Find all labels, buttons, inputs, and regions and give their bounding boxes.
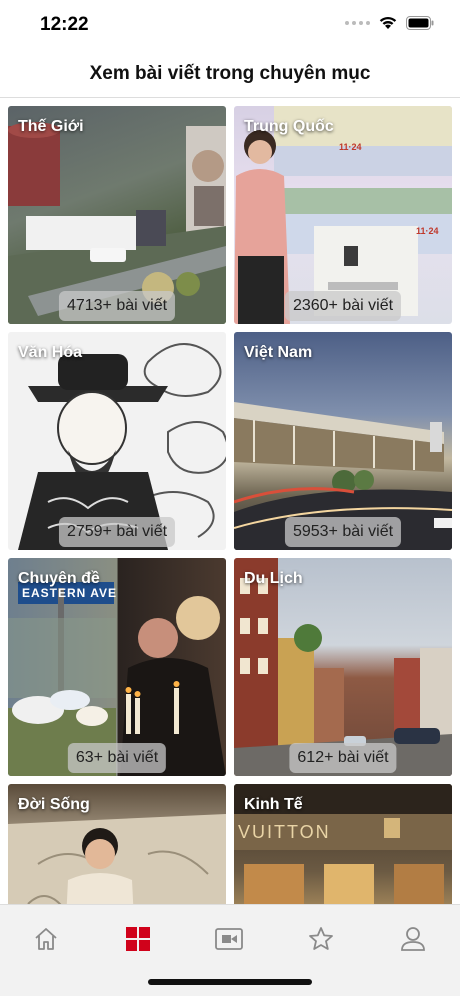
category-title: Kinh Tế (244, 796, 303, 813)
tab-video[interactable] (209, 919, 249, 959)
banner-text: 11·24 (416, 226, 439, 236)
category-count: 4713+ bài viết (58, 291, 176, 321)
status-icons (345, 15, 434, 30)
profile-icon (401, 927, 425, 951)
category-count: 63+ bài viết (67, 743, 167, 773)
category-title: Thế Giới (18, 118, 84, 135)
screen: 12:22 Xem bài viết trong chuyên mục Thế … (0, 0, 460, 996)
category-title: Việt Nam (244, 344, 313, 361)
video-icon (215, 928, 243, 950)
category-grid: Thế Giới 4713+ bài viết 11·24 11·24 Trun… (8, 106, 452, 904)
category-card-doi-song[interactable]: Đời Sống (8, 784, 226, 904)
category-count: 5953+ bài viết (284, 517, 402, 547)
category-card-chuyen-de[interactable]: EASTERN AVE Chuyên đề 63+ bài viết (8, 558, 226, 776)
battery-icon (406, 15, 434, 30)
tab-favorites[interactable] (301, 919, 341, 959)
wifi-icon (379, 16, 397, 29)
category-title: Du Lịch (244, 570, 303, 587)
storefront-sign-text: VUITTON (238, 822, 331, 842)
category-card-du-lich[interactable]: Du Lịch 612+ bài viết (234, 558, 452, 776)
category-title: Văn Hóa (18, 344, 83, 361)
header: Xem bài viết trong chuyên mục (0, 50, 460, 98)
category-count: 2759+ bài viết (58, 517, 176, 547)
status-bar: 12:22 (0, 0, 460, 50)
category-card-trung-quoc[interactable]: 11·24 11·24 Trung Quốc 2360+ bài viết (234, 106, 452, 324)
category-title: Đời Sống (18, 796, 90, 813)
tab-home[interactable] (26, 919, 66, 959)
status-time: 12:22 (40, 14, 89, 35)
street-sign-text: EASTERN AVE (22, 586, 118, 600)
page-title: Xem bài viết trong chuyên mục (89, 62, 371, 84)
category-card-van-hoa[interactable]: Văn Hóa 2759+ bài viết (8, 332, 226, 550)
category-count: 612+ bài viết (289, 743, 397, 773)
category-card-kinh-te[interactable]: VUITTON Kinh Tế (234, 784, 452, 904)
home-indicator (148, 979, 312, 985)
category-title: Chuyên đề (18, 570, 100, 587)
home-icon (35, 928, 57, 950)
banner-text: 11·24 (339, 142, 362, 152)
category-card-viet-nam[interactable]: Việt Nam 5953+ bài viết (234, 332, 452, 550)
tab-profile[interactable] (393, 919, 433, 959)
star-icon (309, 927, 333, 950)
grid-icon (126, 927, 150, 951)
category-card-the-gioi[interactable]: Thế Giới 4713+ bài viết (8, 106, 226, 324)
category-title: Trung Quốc (244, 118, 334, 135)
signal-icon (345, 20, 370, 25)
tab-categories[interactable] (118, 919, 158, 959)
category-count: 2360+ bài viết (284, 291, 402, 321)
